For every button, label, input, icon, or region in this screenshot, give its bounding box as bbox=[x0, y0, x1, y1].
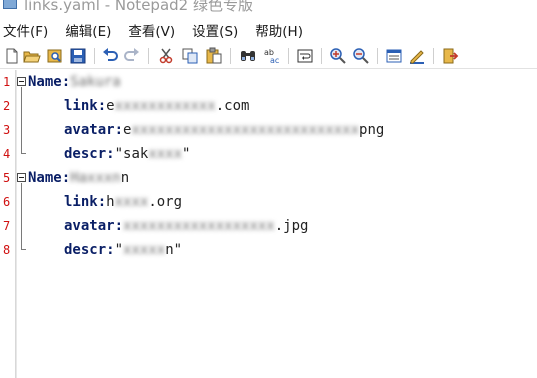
zoom-out-icon[interactable] bbox=[352, 47, 370, 65]
save-icon[interactable] bbox=[69, 47, 87, 65]
code-line[interactable]: Name:Sakura bbox=[28, 70, 121, 94]
fold-guide bbox=[21, 87, 22, 153]
redacted-value: Sakura bbox=[70, 74, 121, 90]
zoom-in-icon[interactable] bbox=[329, 47, 347, 65]
svg-text:ac: ac bbox=[270, 56, 279, 65]
open-icon[interactable] bbox=[23, 47, 41, 65]
redacted-value: xxxxxxxxxxxxxxxxxxxxxxxxxxx bbox=[131, 122, 360, 138]
exit-icon[interactable] bbox=[441, 47, 459, 65]
yaml-value-tail: .org bbox=[148, 194, 183, 210]
menu-help[interactable]: 帮助(H) bbox=[252, 20, 303, 40]
yaml-value-tail: n bbox=[120, 170, 130, 186]
word-wrap-icon[interactable] bbox=[296, 47, 314, 65]
yaml-key: Name bbox=[28, 170, 62, 186]
yaml-key: link bbox=[64, 194, 98, 210]
yaml-value: "sak bbox=[114, 146, 149, 162]
redacted-value: xxxx bbox=[114, 194, 149, 210]
yaml-colon: : bbox=[61, 170, 71, 186]
paste-icon[interactable] bbox=[205, 47, 223, 65]
select-scheme-icon[interactable] bbox=[385, 47, 403, 65]
toolbar-separator bbox=[433, 48, 434, 64]
yaml-colon: : bbox=[106, 242, 115, 258]
yaml-value-tail: png bbox=[359, 122, 385, 138]
menu-settings[interactable]: 设置(S) bbox=[189, 20, 238, 40]
find-icon[interactable] bbox=[239, 47, 257, 65]
window-title: links.yaml - Notepad2 绿色专版 bbox=[24, 0, 253, 14]
yaml-key: avatar bbox=[64, 122, 115, 138]
editor-area[interactable]: 1 2 3 4 5 6 7 8 Name:Sakura link:exxxxxx… bbox=[0, 70, 537, 378]
yaml-key: link bbox=[64, 98, 98, 114]
fold-guide bbox=[21, 183, 22, 249]
yaml-colon: : bbox=[97, 98, 107, 114]
cut-icon[interactable] bbox=[157, 47, 175, 65]
menu-bar: 文件(F) 编辑(E) 查看(V) 设置(S) 帮助(H) bbox=[0, 19, 537, 41]
fold-toggle-icon[interactable] bbox=[17, 77, 26, 86]
fold-end-marker bbox=[21, 153, 26, 154]
yaml-value-tail: .com bbox=[215, 98, 250, 114]
redacted-value: Haxxxn bbox=[70, 170, 121, 186]
line-number: 7 bbox=[3, 219, 11, 233]
redacted-value: xxxxxxxxxxxx bbox=[114, 98, 216, 114]
fold-end-marker bbox=[21, 249, 26, 250]
menu-view[interactable]: 查看(V) bbox=[125, 20, 175, 40]
browse-icon[interactable] bbox=[46, 47, 64, 65]
redo-icon[interactable] bbox=[123, 47, 141, 65]
yaml-value-tail: n" bbox=[165, 242, 183, 258]
toolbar-separator bbox=[377, 48, 378, 64]
yaml-value: h bbox=[106, 194, 115, 210]
line-number: 2 bbox=[3, 99, 11, 113]
yaml-key: Name bbox=[28, 74, 62, 90]
menu-file[interactable]: 文件(F) bbox=[0, 20, 48, 40]
yaml-colon: : bbox=[97, 194, 107, 210]
yaml-colon: : bbox=[114, 122, 124, 138]
yaml-value-tail: " bbox=[182, 146, 191, 162]
yaml-value: e bbox=[106, 98, 115, 114]
yaml-value: " bbox=[114, 242, 124, 258]
toolbar-separator bbox=[288, 48, 289, 64]
yaml-colon: : bbox=[114, 218, 124, 234]
line-number: 5 bbox=[3, 171, 11, 185]
code-line[interactable]: descr:"xxxxxn" bbox=[64, 238, 182, 262]
redacted-value: xxxxx bbox=[123, 242, 166, 258]
line-number: 8 bbox=[3, 243, 11, 257]
line-number: 1 bbox=[3, 75, 11, 89]
redacted-value: xxxx bbox=[148, 146, 183, 162]
line-number: 6 bbox=[3, 195, 11, 209]
yaml-value-tail: .jpg bbox=[274, 218, 309, 234]
new-icon[interactable] bbox=[3, 47, 21, 65]
copy-icon[interactable] bbox=[181, 47, 199, 65]
code-line[interactable]: Name:Haxxxnn bbox=[28, 166, 129, 190]
replace-icon[interactable]: ab ac bbox=[263, 47, 281, 65]
yaml-colon: : bbox=[106, 146, 115, 162]
toolbar-separator bbox=[230, 48, 231, 64]
fold-margin bbox=[16, 70, 17, 378]
toolbar-separator bbox=[94, 48, 95, 64]
toolbar-separator bbox=[321, 48, 322, 64]
yaml-key: descr bbox=[64, 146, 107, 162]
code-line[interactable]: descr:"sakxxxx" bbox=[64, 142, 190, 166]
customize-scheme-icon[interactable] bbox=[408, 47, 426, 65]
notepad-app-icon bbox=[3, 0, 17, 9]
yaml-colon: : bbox=[61, 74, 71, 90]
line-number: 4 bbox=[3, 147, 11, 161]
toolbar: ab ac bbox=[0, 43, 537, 69]
menu-edit[interactable]: 编辑(E) bbox=[62, 20, 111, 40]
yaml-key: avatar bbox=[64, 218, 115, 234]
fold-toggle-icon[interactable] bbox=[17, 173, 26, 182]
code-line[interactable]: avatar:xxxxxxxxxxxxxxxxxx.jpg bbox=[64, 214, 308, 238]
title-bar: links.yaml - Notepad2 绿色专版 bbox=[0, 0, 537, 18]
code-line[interactable]: avatar:exxxxxxxxxxxxxxxxxxxxxxxxxxxpng bbox=[64, 118, 384, 142]
yaml-key: descr bbox=[64, 242, 107, 258]
code-line[interactable]: link:hxxxx.org bbox=[64, 190, 182, 214]
code-line[interactable]: link:exxxxxxxxxxxx.com bbox=[64, 94, 249, 118]
line-number: 3 bbox=[3, 123, 11, 137]
undo-icon[interactable] bbox=[101, 47, 119, 65]
toolbar-separator bbox=[148, 48, 149, 64]
redacted-value: xxxxxxxxxxxxxxxxxx bbox=[123, 218, 275, 234]
